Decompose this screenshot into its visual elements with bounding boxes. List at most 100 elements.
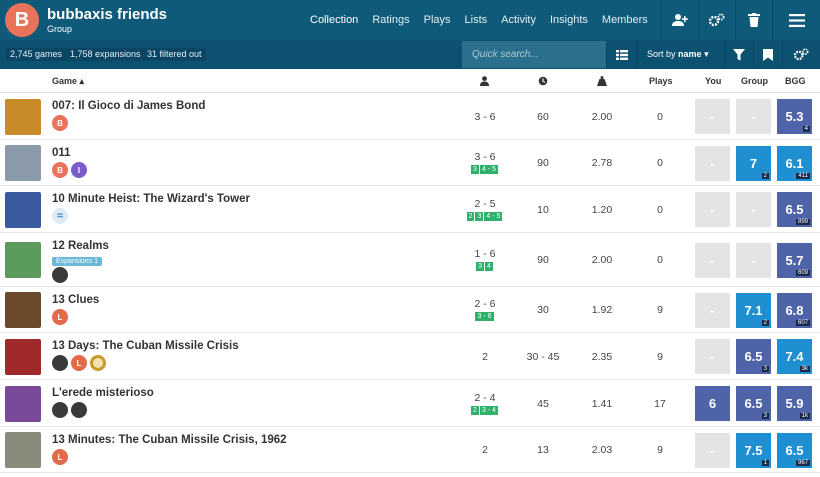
game-thumbnail[interactable] <box>5 292 41 328</box>
member-avatar[interactable]: L <box>52 309 68 325</box>
plays-value: 0 <box>657 254 663 266</box>
bgg-rating[interactable]: 6.5 967 <box>777 432 812 468</box>
member-avatar[interactable]: L <box>52 449 68 465</box>
bgg-rating[interactable]: 5.7 609 <box>777 242 812 278</box>
your-rating[interactable]: - <box>695 339 730 374</box>
ring-avatar-icon[interactable] <box>90 355 106 371</box>
game-thumbnail[interactable] <box>5 432 41 468</box>
filter-button[interactable] <box>724 40 753 69</box>
your-rating[interactable]: - <box>695 242 730 278</box>
weight-icon[interactable] <box>597 76 607 88</box>
member-avatar[interactable]: L <box>71 355 87 371</box>
game-name[interactable]: 007: Il Gioco di James Bond <box>52 100 205 112</box>
game-thumbnail[interactable] <box>5 191 41 228</box>
your-rating[interactable]: 6 <box>695 386 730 421</box>
players-icon[interactable] <box>480 76 489 88</box>
games-count: 2,745 games <box>6 48 67 61</box>
play-time-value: 90 <box>537 157 549 169</box>
your-rating[interactable]: - <box>695 99 730 134</box>
group-rating[interactable]: 6.5 3 <box>736 386 771 421</box>
game-name[interactable]: 10 Minute Heist: The Wizard's Tower <box>52 193 250 205</box>
col-game[interactable]: Game ▴ <box>52 76 84 87</box>
table-row[interactable]: 13 Clues L 2 - 6 3 - 6 30 1.92 9 -7.1 2 6.8 607 <box>0 287 820 333</box>
game-name[interactable]: 13 Minutes: The Cuban Missile Crisis, 19… <box>52 434 287 446</box>
group-rating[interactable]: 6.5 3 <box>736 339 771 374</box>
quick-search-input[interactable]: Quick search... <box>462 41 606 68</box>
nav-collection[interactable]: Collection <box>310 14 358 26</box>
bgg-rating[interactable]: 6.5 899 <box>777 192 812 227</box>
game-thumbnail[interactable] <box>5 98 41 135</box>
nav-members[interactable]: Members <box>602 14 648 26</box>
best-player-counts: 34 - 5 <box>455 165 515 174</box>
owner-avatars: L <box>52 309 71 325</box>
table-row[interactable]: 011 B I 3 - 6 34 - 5 90 2.78 0 -7 2 6.1 411 <box>0 140 820 186</box>
players-value: 2 - 4 <box>474 391 496 404</box>
bgg-rating[interactable]: 5.9 1k <box>777 386 812 421</box>
table-settings-button[interactable] <box>782 40 820 69</box>
game-name[interactable]: 011 <box>52 147 71 159</box>
group-settings-button[interactable] <box>698 0 735 40</box>
group-rating[interactable]: - <box>736 99 771 134</box>
expansions-badge[interactable]: Expansions 1 <box>52 257 103 266</box>
owner-avatars: BI <box>52 162 90 178</box>
clock-icon[interactable] <box>538 76 548 88</box>
game-thumbnail[interactable] <box>5 242 41 278</box>
photo-avatar-icon[interactable] <box>52 267 68 283</box>
table-row[interactable]: L'erede misterioso 2 - 423 - 4 45 1.41 17 6 6.… <box>0 380 820 427</box>
col-you[interactable]: You <box>705 76 721 86</box>
group-avatar[interactable]: B <box>5 3 39 37</box>
bgg-rating[interactable]: 6.1 411 <box>777 145 812 181</box>
game-name[interactable]: L'erede misterioso <box>52 387 154 399</box>
col-bgg[interactable]: BGG <box>785 76 806 86</box>
filtered-count[interactable]: 31 filtered out <box>143 48 206 61</box>
bgg-rating-count: 3k <box>799 366 810 372</box>
sort-dropdown[interactable]: Sort by name ▾ <box>636 40 724 69</box>
table-row[interactable]: 13 Days: The Cuban Missile Crisis L 2 30 - … <box>0 333 820 380</box>
your-rating[interactable]: - <box>695 145 730 181</box>
member-avatar[interactable]: I <box>71 162 87 178</box>
col-group[interactable]: Group <box>741 76 768 86</box>
table-row[interactable]: 10 Minute Heist: The Wizard's Tower ≈2 - … <box>0 186 820 233</box>
table-row[interactable]: 13 Minutes: The Cuban Missile Crisis, 19… <box>0 427 820 473</box>
nav-activity[interactable]: Activity <box>501 14 536 26</box>
group-rating[interactable]: 72 <box>736 145 771 181</box>
menu-button[interactable] <box>772 0 820 40</box>
gears-icon <box>794 48 809 61</box>
bgg-rating[interactable]: 7.4 3k <box>777 339 812 374</box>
group-rating[interactable]: - <box>736 242 771 278</box>
group-title[interactable]: bubbaxis friends <box>47 6 167 23</box>
bookmark-button[interactable] <box>753 40 782 69</box>
col-plays[interactable]: Plays <box>649 76 673 86</box>
member-avatar[interactable]: B <box>52 162 68 178</box>
your-rating[interactable]: - <box>695 292 730 328</box>
bgg-rating[interactable]: 6.8 607 <box>777 292 812 328</box>
nav-plays[interactable]: Plays <box>424 14 451 26</box>
nav-insights[interactable]: Insights <box>550 14 588 26</box>
list-view-button[interactable] <box>606 40 636 69</box>
nav-ratings[interactable]: Ratings <box>372 14 409 26</box>
game-thumbnail[interactable] <box>5 338 41 375</box>
add-member-button[interactable] <box>661 0 698 40</box>
group-rating[interactable]: 7.5 1 <box>736 432 771 468</box>
member-avatar[interactable]: B <box>52 115 68 131</box>
trash-icon <box>748 13 760 27</box>
table-row[interactable]: 007: Il Gioco di James Bond B 3 - 6 60 2.00 0… <box>0 93 820 140</box>
your-rating[interactable]: - <box>695 192 730 227</box>
game-thumbnail[interactable] <box>5 385 41 422</box>
table-row[interactable]: 12 Realms Expansions 11 - 6 3 4 90 2.00 0- -5.7… <box>0 233 820 287</box>
photo-avatar-icon[interactable] <box>52 402 68 418</box>
game-name[interactable]: 12 Realms <box>52 240 109 252</box>
group-rating[interactable]: 7.1 2 <box>736 292 771 328</box>
photo-avatar-icon[interactable] <box>52 355 68 371</box>
dolphin-avatar-icon[interactable]: ≈ <box>52 208 68 224</box>
game-thumbnail[interactable] <box>5 145 41 181</box>
game-name[interactable]: 13 Days: The Cuban Missile Crisis <box>52 340 239 352</box>
your-rating[interactable]: - <box>695 432 730 468</box>
nav-lists[interactable]: Lists <box>465 14 488 26</box>
weight-value: 1.92 <box>591 304 613 316</box>
bgg-rating[interactable]: 5.3 4 <box>777 99 812 134</box>
group-rating[interactable]: - <box>736 192 771 227</box>
photo-avatar-icon[interactable] <box>71 402 87 418</box>
game-name[interactable]: 13 Clues <box>52 294 99 306</box>
delete-group-button[interactable] <box>735 0 772 40</box>
